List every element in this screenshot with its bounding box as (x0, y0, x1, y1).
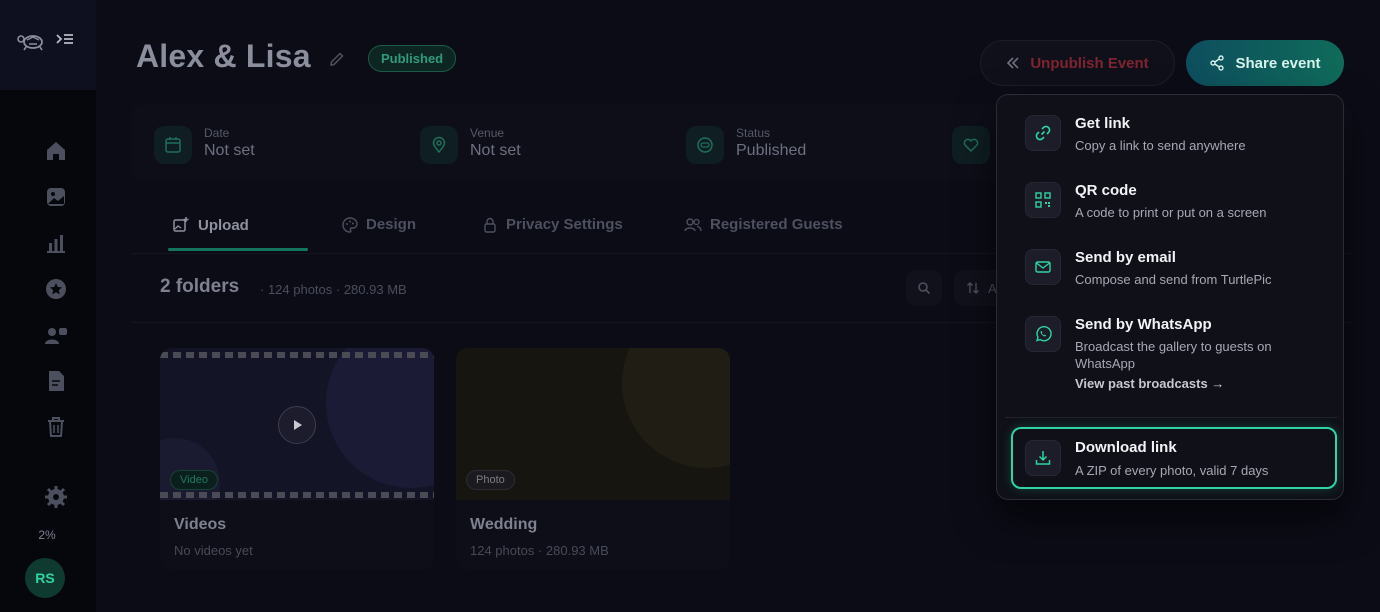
tab-guests-label: Registered Guests (710, 216, 843, 233)
sidebar-header (0, 0, 96, 90)
menu-item-desc: Compose and send from TurtlePic (1075, 272, 1272, 287)
guests-icon (684, 217, 702, 231)
status-label: Status (736, 126, 771, 140)
status-badge: Published (368, 45, 457, 72)
tab-upload[interactable]: Upload (172, 216, 249, 234)
folders-meta: · 124 photos · 280.93 MB (260, 282, 407, 297)
gallery-icon[interactable] (44, 185, 68, 209)
trash-icon[interactable] (44, 415, 68, 439)
qr-code-icon (1035, 192, 1051, 208)
photo-badge: Photo (466, 470, 515, 490)
settings-gear-icon[interactable] (44, 485, 68, 509)
date-label: Date (204, 126, 230, 140)
folder-thumbnail: Photo (456, 348, 730, 500)
share-event-button[interactable]: Share event (1186, 40, 1344, 86)
folder-name: Videos (174, 516, 227, 533)
home-icon[interactable] (44, 139, 68, 163)
play-icon (294, 420, 302, 430)
search-button[interactable] (906, 270, 942, 306)
analytics-icon[interactable] (44, 231, 68, 255)
menu-item-desc: A code to print or put on a screen (1075, 205, 1267, 220)
status-value: Published (736, 142, 807, 159)
venue-value: Not set (470, 142, 521, 159)
folder-name: Wedding (470, 516, 538, 533)
menu-item-title: QR code (1075, 182, 1137, 199)
tab-registered-guests[interactable]: Registered Guests (684, 216, 843, 233)
play-button[interactable] (278, 406, 316, 444)
share-label: Share event (1235, 54, 1321, 72)
menu-divider (1005, 417, 1337, 418)
page-title: Alex & Lisa (136, 38, 311, 74)
unpublish-event-button[interactable]: Unpublish Event (980, 40, 1175, 86)
video-badge: Video (170, 470, 218, 490)
turtle-logo-icon[interactable] (16, 28, 48, 52)
upload-image-icon (173, 217, 189, 232)
users-icon[interactable] (44, 323, 68, 347)
calendar-icon (165, 137, 181, 153)
menu-item-title: Get link (1075, 115, 1131, 132)
search-icon (918, 282, 931, 295)
status-icon (697, 137, 713, 153)
heart-icon (963, 138, 979, 153)
menu-item-send-whatsapp[interactable]: Send by WhatsApp Broadcast the gallery t… (1013, 316, 1331, 398)
menu-item-desc: Broadcast the gallery to guests on Whats… (1075, 339, 1272, 371)
location-pin-icon (432, 136, 446, 154)
sort-arrows-icon (967, 282, 979, 294)
film-strip-top (160, 352, 434, 358)
menu-item-title: Download link (1075, 439, 1177, 456)
whatsapp-icon (1035, 326, 1052, 342)
unpublish-label: Unpublish Event (1030, 54, 1149, 72)
menu-item-get-link[interactable]: Get link Copy a link to send anywhere (1013, 115, 1331, 165)
mail-icon (1035, 261, 1051, 273)
tab-design[interactable]: Design (342, 216, 416, 233)
menu-item-desc: Copy a link to send anywhere (1075, 138, 1246, 153)
folder-card-wedding[interactable]: Photo Wedding 124 photos · 280.93 MB (456, 348, 730, 570)
active-tab-indicator (168, 248, 308, 251)
document-icon[interactable] (44, 369, 68, 393)
tab-privacy-settings[interactable]: Privacy Settings (482, 216, 623, 233)
menu-item-download-link[interactable]: Download link A ZIP of every photo, vali… (1011, 427, 1337, 489)
sidebar-collapse-icon[interactable] (54, 30, 76, 50)
storage-usage: 2% (38, 528, 56, 542)
download-icon (1035, 451, 1051, 465)
folders-count: 2 folders (160, 276, 240, 297)
menu-item-desc: A ZIP of every photo, valid 7 days (1075, 463, 1269, 478)
avatar[interactable]: RS (25, 558, 65, 598)
menu-item-title: Send by email (1075, 249, 1176, 266)
sidebar: 2% RS (0, 0, 96, 612)
palette-icon (342, 216, 358, 233)
menu-item-title: Send by WhatsApp (1075, 316, 1212, 333)
tab-privacy-label: Privacy Settings (506, 216, 623, 233)
menu-item-qr-code[interactable]: QR code A code to print or put on a scre… (1013, 182, 1331, 232)
share-menu: Get link Copy a link to send anywhere QR… (996, 94, 1344, 500)
venue-label: Venue (470, 126, 505, 140)
folder-subtitle: No videos yet (174, 543, 253, 558)
view-past-broadcasts-link[interactable]: View past broadcasts → (1075, 376, 1224, 391)
folder-thumbnail: Video (160, 348, 434, 500)
double-chevron-left-icon (1007, 57, 1019, 69)
pencil-icon[interactable] (328, 50, 346, 68)
star-icon[interactable] (44, 277, 68, 301)
tab-upload-label: Upload (198, 216, 249, 234)
lock-icon (484, 217, 496, 233)
link-icon (1035, 125, 1051, 141)
folder-card-videos[interactable]: Video Videos No videos yet (160, 348, 434, 570)
share-icon (1210, 55, 1225, 71)
film-strip-bottom (160, 492, 434, 498)
date-value: Not set (204, 142, 255, 159)
tab-design-label: Design (366, 216, 417, 233)
menu-item-send-email[interactable]: Send by email Compose and send from Turt… (1013, 249, 1331, 299)
folder-subtitle: 124 photos · 280.93 MB (470, 543, 609, 558)
